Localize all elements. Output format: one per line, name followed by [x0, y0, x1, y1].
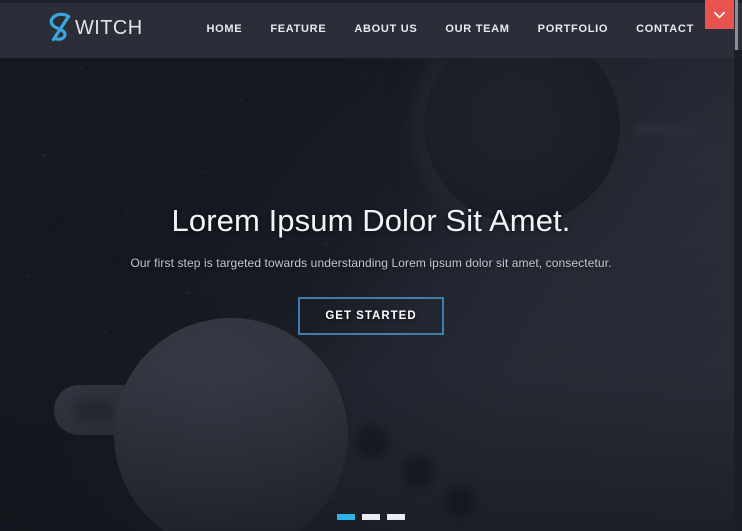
chevron-down-icon: [714, 11, 725, 19]
slider-indicators: [0, 514, 742, 520]
slide-indicator-1[interactable]: [337, 514, 355, 520]
stylized-s-icon: [46, 12, 76, 44]
nav-our-team[interactable]: OUR TEAM: [431, 0, 523, 58]
site-logo[interactable]: WITCH: [46, 11, 143, 45]
nav-contact[interactable]: CONTACT: [622, 0, 694, 58]
hero-content: Lorem Ipsum Dolor Sit Amet. Our first st…: [0, 0, 742, 531]
slide-indicator-3[interactable]: [387, 514, 405, 520]
get-started-button[interactable]: GET STARTED: [298, 297, 444, 336]
nav-portfolio[interactable]: PORTFOLIO: [524, 0, 622, 58]
nav-about-us[interactable]: ABOUT US: [340, 0, 431, 58]
nav-feature[interactable]: FEATURE: [256, 0, 340, 58]
page-title: Lorem Ipsum Dolor Sit Amet.: [171, 203, 571, 238]
right-edge-strip: [734, 50, 742, 531]
slide-indicator-2[interactable]: [362, 514, 380, 520]
main-navigation: HOME FEATURE ABOUT US OUR TEAM PORTFOLIO…: [193, 0, 694, 58]
panel-toggle-button[interactable]: [705, 0, 734, 29]
nav-home[interactable]: HOME: [193, 0, 257, 58]
hero-subtitle: Our first step is targeted towards under…: [130, 256, 612, 271]
scrollbar-track[interactable]: [735, 0, 738, 50]
logo-text: WITCH: [75, 16, 143, 39]
page-root: WITCH HOME FEATURE ABOUT US OUR TEAM POR…: [0, 0, 742, 531]
site-header: WITCH HOME FEATURE ABOUT US OUR TEAM POR…: [0, 0, 742, 58]
